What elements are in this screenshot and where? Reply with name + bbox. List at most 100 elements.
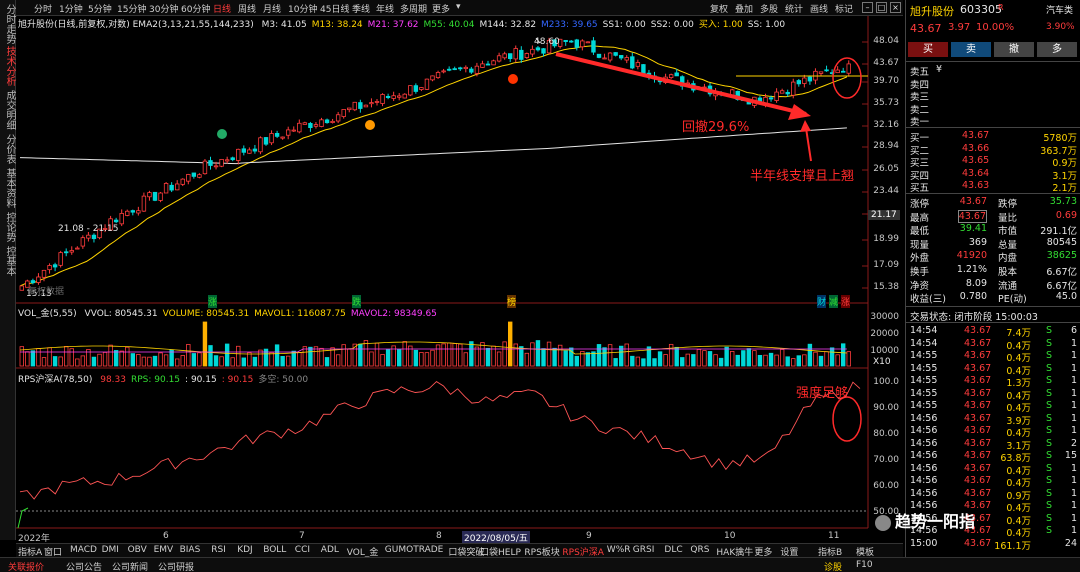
candle-body xyxy=(641,64,646,74)
tick-price: 43.67 xyxy=(964,475,992,486)
indicator-tab[interactable]: DLC xyxy=(664,545,682,555)
volume-bar xyxy=(252,356,258,367)
period-tab[interactable]: 周线 xyxy=(238,2,256,15)
sector-name[interactable]: 汽车类 xyxy=(1046,3,1073,16)
tick-count: 1 xyxy=(1070,400,1077,411)
status-link-research[interactable]: 公司研报 xyxy=(158,560,194,572)
period-tab-daily[interactable]: 日线 xyxy=(213,2,231,15)
toolbar-draw-button[interactable]: 画线 xyxy=(810,2,828,15)
period-tab[interactable]: 10分钟 xyxy=(288,2,317,15)
close-icon[interactable]: × xyxy=(890,2,901,13)
period-tab[interactable]: 年线 xyxy=(376,2,394,15)
period-tab[interactable]: 多周期 xyxy=(400,2,427,15)
tick-count: 1 xyxy=(1070,375,1077,386)
period-tab[interactable]: 季线 xyxy=(352,2,370,15)
indicator-tab[interactable]: RSI xyxy=(211,545,226,555)
indicator-tab[interactable]: BOLL xyxy=(263,545,286,555)
candle-body xyxy=(607,52,613,61)
candle-body xyxy=(585,41,591,44)
period-tab[interactable]: 45日线 xyxy=(320,2,349,15)
indicator-tab[interactable]: GUMOTRADE xyxy=(385,545,444,555)
candle-body xyxy=(374,101,380,103)
toolbar-adjust-button[interactable]: 复权 xyxy=(710,2,728,15)
buy-button[interactable]: 买 xyxy=(908,42,948,57)
stock-badge: R xyxy=(998,3,1004,12)
price-tick: 23.44 xyxy=(873,186,899,196)
tab-trade-detail[interactable]: 成交明细 xyxy=(1,90,15,130)
volume-bar xyxy=(818,355,824,367)
buy-level-row[interactable]: 买二 43.66 363.7万 xyxy=(906,143,1080,157)
indicator-tab[interactable]: KDJ xyxy=(237,545,253,555)
toolbar-stats-button[interactable]: 统计 xyxy=(785,2,803,15)
indicator-tab[interactable]: GRSI xyxy=(633,545,655,555)
indicator-tab[interactable]: QRS xyxy=(690,545,709,555)
price-tick: 48.04 xyxy=(873,36,899,46)
candle-body xyxy=(402,93,407,99)
diagnose-button[interactable]: 诊股 xyxy=(824,560,842,572)
period-tab[interactable]: 60分钟 xyxy=(181,2,210,15)
tab-basic-info[interactable]: 基本资料 xyxy=(1,168,15,208)
sell-level-row[interactable]: 卖一 xyxy=(906,114,1080,128)
buy-level-row[interactable]: 买一 43.67 5780万 xyxy=(906,130,1080,144)
buy-level-row[interactable]: 买三 43.65 0.9万 xyxy=(906,155,1080,169)
indicator-tab[interactable]: MACD xyxy=(70,545,97,555)
status-link-related-quote[interactable]: 关联报价 xyxy=(8,560,44,572)
f10-button[interactable]: F10 xyxy=(856,560,873,570)
chart-canvas[interactable] xyxy=(16,16,903,540)
indicator-tab[interactable]: BIAS xyxy=(180,545,201,555)
period-tab[interactable]: 月线 xyxy=(263,2,281,15)
vol-legend-item: VVOL: 80545.31 xyxy=(84,309,158,319)
tab-price-table[interactable]: 分价表 xyxy=(1,134,15,164)
indicator-tab[interactable]: CCI xyxy=(295,545,310,555)
volume-bar xyxy=(52,356,58,367)
period-tab[interactable]: 30分钟 xyxy=(149,2,178,15)
sell-level-row[interactable]: 卖三 xyxy=(906,89,1080,103)
sell-button[interactable]: 卖 xyxy=(951,42,991,57)
volume-bar xyxy=(47,347,52,367)
period-tab[interactable]: 5分钟 xyxy=(88,2,112,15)
period-tab[interactable]: 分时 xyxy=(34,2,52,15)
indicator-tab[interactable]: DMI xyxy=(102,545,119,555)
main-legend-item: M55: 40.04 xyxy=(423,20,475,30)
minimize-icon[interactable]: – xyxy=(862,2,873,13)
cancel-order-button[interactable]: 撤 xyxy=(994,42,1034,57)
status-link-announcements[interactable]: 公司公告 xyxy=(66,560,102,572)
chart-area[interactable]: 旭升股份(日线,前复权,对数) EMA2(3,13,21,55,144,233)… xyxy=(16,16,903,544)
status-link-news[interactable]: 公司新闻 xyxy=(112,560,148,572)
candle-body xyxy=(513,48,518,60)
more-trade-button[interactable]: 多 xyxy=(1037,42,1077,57)
stat-label: PE(动) xyxy=(998,294,1027,306)
indicator-tab[interactable]: OBV xyxy=(128,545,147,555)
toolbar-multistock-button[interactable]: 多股 xyxy=(760,2,778,15)
indicator-tab[interactable]: EMV xyxy=(154,545,174,555)
more-periods-menu[interactable]: 更多 xyxy=(432,2,450,15)
volume-bar xyxy=(735,354,740,367)
toolbar-overlay-button[interactable]: 叠加 xyxy=(735,2,753,15)
tab-technical-analysis[interactable]: 技术分析 xyxy=(1,46,15,86)
maximize-icon[interactable]: □ xyxy=(876,2,887,13)
buy-level-row[interactable]: 买五 43.63 2.1万 xyxy=(906,180,1080,194)
volume-bar xyxy=(724,346,729,367)
buy-level-row[interactable]: 买四 43.64 3.1万 xyxy=(906,168,1080,182)
sell-level-row[interactable]: 卖二 xyxy=(906,102,1080,116)
sell-level-row[interactable]: 卖五 ¥ xyxy=(906,64,1080,78)
chevron-down-icon[interactable]: ▾ xyxy=(456,2,461,12)
tab-time-trend[interactable]: 分时走势 xyxy=(1,4,15,44)
tick-count: 6 xyxy=(1070,325,1077,336)
indicator-tab[interactable]: ADL xyxy=(321,545,339,555)
stat-value: 35.73 xyxy=(1049,196,1077,207)
candle-body xyxy=(841,70,846,73)
toolbar-mark-button[interactable]: 标记 xyxy=(835,2,853,15)
period-tab[interactable]: 15分钟 xyxy=(117,2,146,15)
indicator-tab[interactable]: W%R xyxy=(607,545,631,555)
main-legend-item: SS: 1.00 xyxy=(747,20,786,30)
volume-bar xyxy=(241,357,246,367)
tab-control-basic[interactable]: 控基本 xyxy=(1,246,15,276)
stock-name: 旭升股份 xyxy=(910,5,954,18)
tick-count: 15 xyxy=(1064,450,1077,461)
candle-body xyxy=(569,40,574,43)
stat-label: 净资 xyxy=(910,280,930,292)
period-tab[interactable]: 1分钟 xyxy=(59,2,83,15)
tab-control-trend[interactable]: 控论势 xyxy=(1,212,15,242)
sell-level-row[interactable]: 卖四 xyxy=(906,77,1080,91)
